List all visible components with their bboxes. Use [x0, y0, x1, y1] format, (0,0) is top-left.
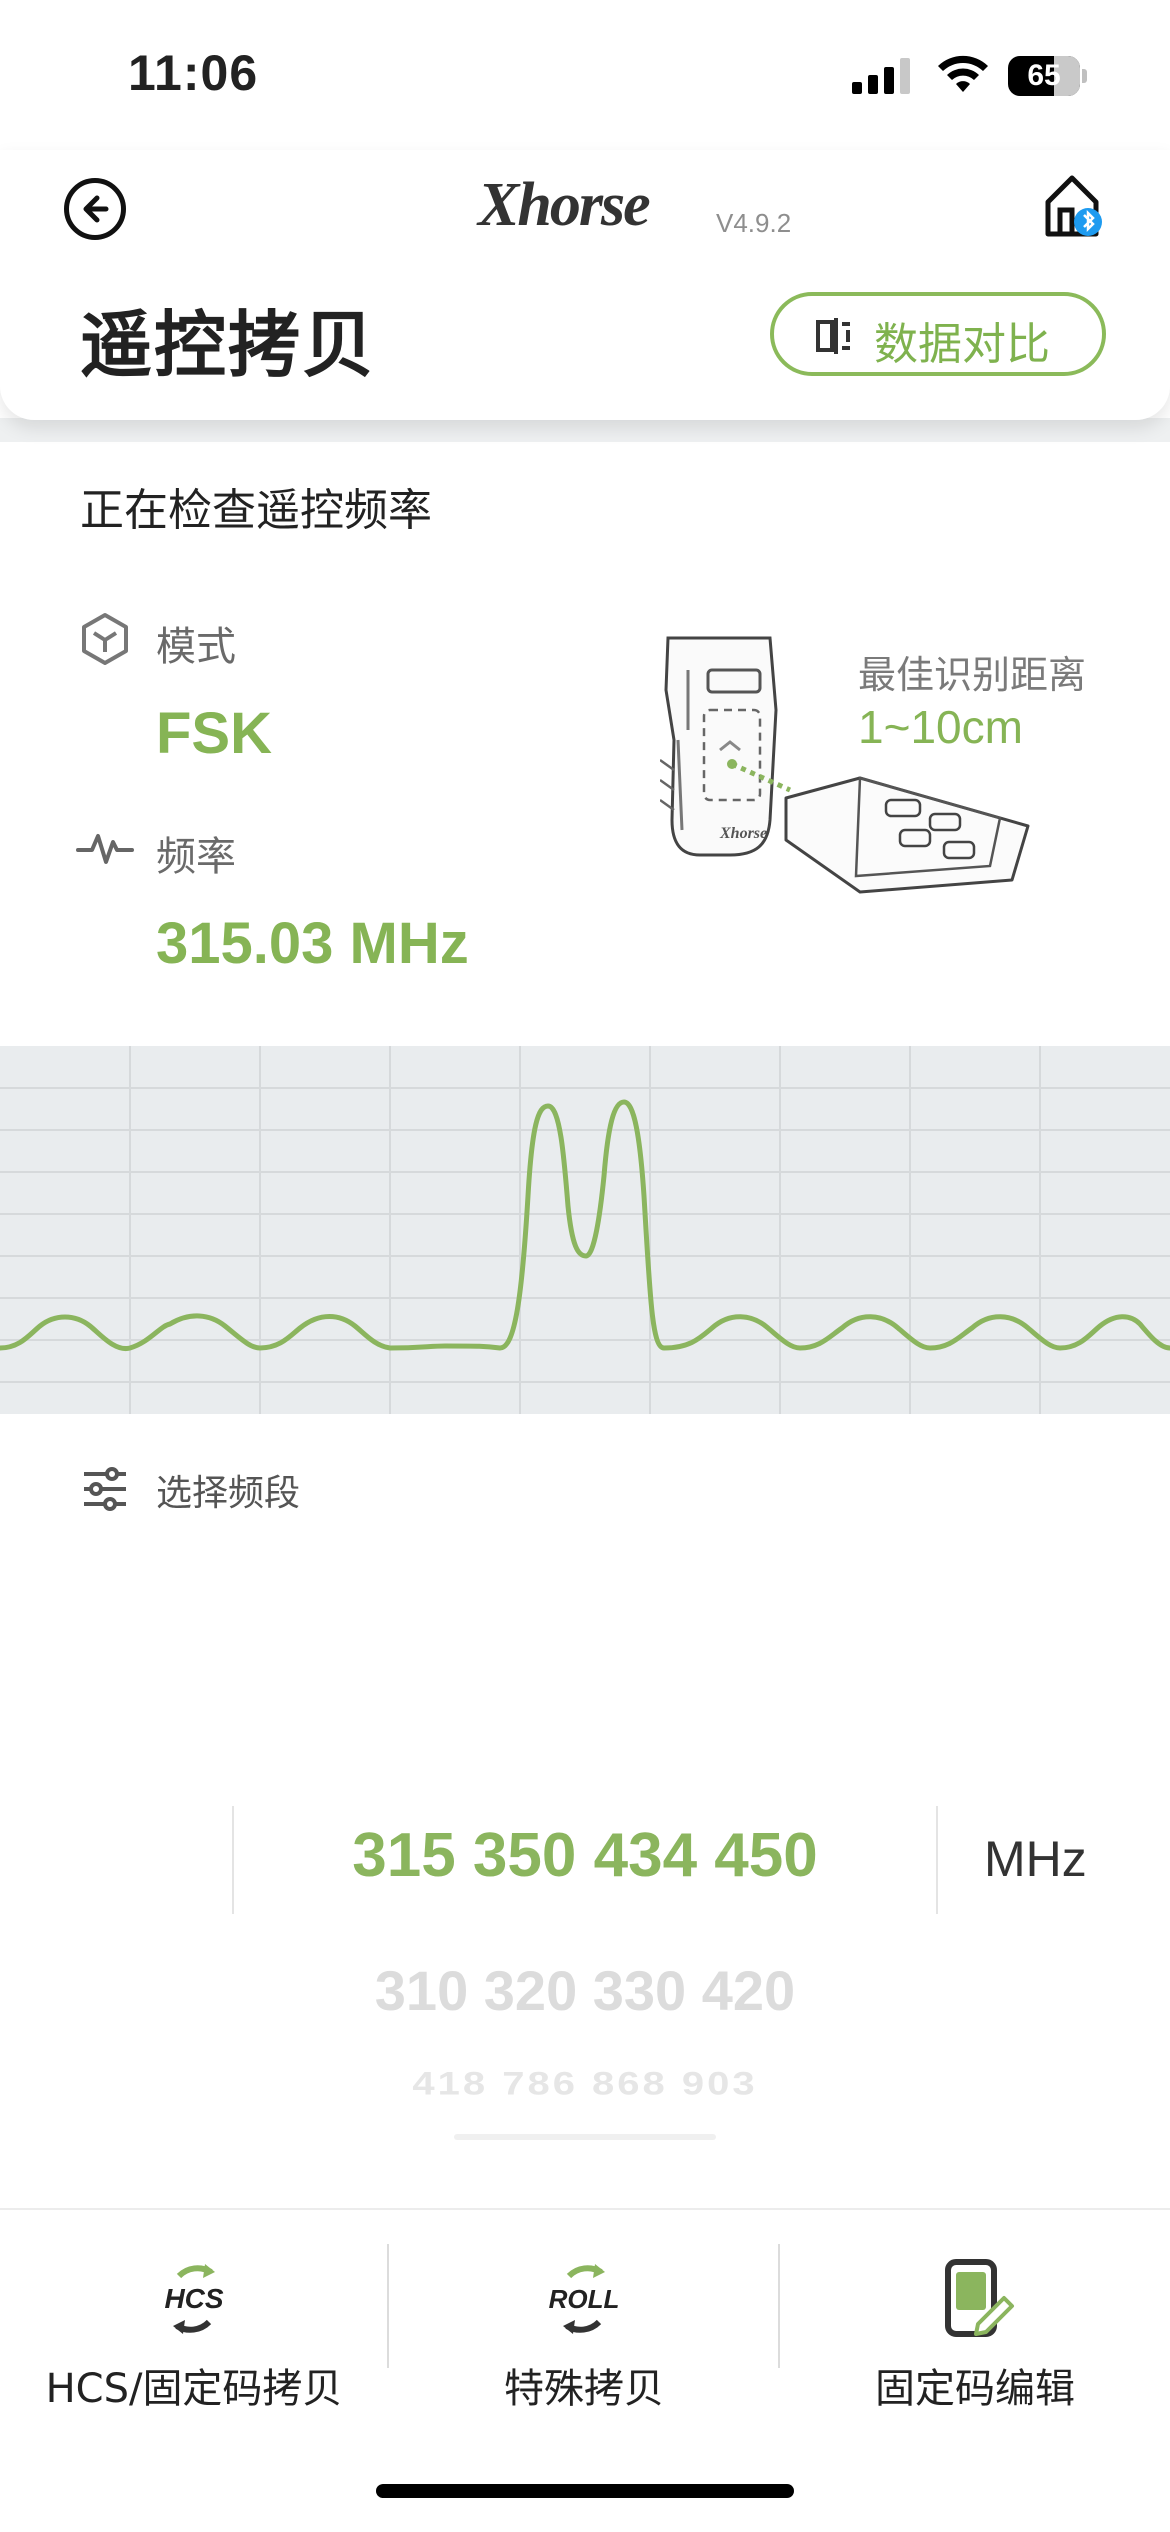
hcs-icon: HCS — [164, 2264, 224, 2334]
tab-hcs-fixed-copy[interactable]: HCS HCS/固定码拷贝 — [0, 2210, 388, 2450]
brand-logo: Xhorse — [478, 171, 651, 239]
data-compare-button[interactable]: 数据对比 — [770, 292, 1106, 376]
sliders-icon — [84, 1467, 126, 1511]
divider — [0, 418, 1170, 442]
wifi-icon — [938, 55, 988, 92]
distance-value: 1~10cm — [858, 701, 1023, 753]
picker-divider — [936, 1806, 938, 1914]
signal-icon — [852, 58, 910, 94]
back-button[interactable] — [64, 178, 126, 240]
home-bluetooth-icon[interactable] — [1042, 172, 1108, 244]
app-version: V4.9.2 — [716, 208, 792, 238]
signal-waveform — [0, 1046, 1170, 1414]
page-title: 遥控拷贝 — [80, 303, 377, 387]
tab-fixed-code-edit[interactable]: 固定码编辑 — [780, 2210, 1170, 2450]
picker-unit: MHz — [984, 1831, 1087, 1887]
frequency-label: 频率 — [156, 834, 236, 880]
header: Xhorse V4.9.2 遥控拷贝 数据对比 — [0, 150, 1170, 420]
detection-status: 正在检查遥控频率 — [80, 485, 432, 536]
picker-row-faded — [454, 2134, 716, 2140]
waveform-line — [0, 1099, 1170, 1352]
edit-phone-icon — [945, 2259, 1014, 2337]
picker-row[interactable]: 418 786 868 903 — [234, 2067, 936, 2103]
band-selector-label: 选择频段 — [156, 1473, 301, 1514]
tab-label: 固定码编辑 — [875, 2366, 1075, 2412]
frequency-value: 315.03 MHz — [156, 911, 469, 976]
roll-icon: ROLL — [549, 2264, 620, 2334]
pulse-icon — [76, 834, 134, 864]
svg-text:ROLL: ROLL — [549, 2284, 620, 2314]
battery-level: 65 — [1027, 59, 1061, 92]
band-picker[interactable]: 315 350 434 450 MHz 310 320 330 420 418 … — [0, 1800, 1170, 2160]
home-indicator — [376, 2484, 794, 2498]
tab-label: HCS/固定码拷贝 — [45, 2366, 343, 2412]
status-time: 11:06 — [128, 45, 259, 101]
mode-value: FSK — [156, 701, 272, 766]
picker-row[interactable]: 310 320 330 420 — [234, 1958, 936, 2023]
data-compare-label: 数据对比 — [874, 319, 1050, 370]
svg-text:HCS: HCS — [164, 2283, 223, 2314]
status-bar: 11:06 65 — [0, 0, 1170, 150]
mode-label: 模式 — [156, 624, 236, 670]
battery-icon: 65 — [1008, 56, 1088, 96]
distance-label: 最佳识别距离 — [858, 653, 1087, 697]
svg-text:Xhorse: Xhorse — [719, 825, 767, 842]
tab-label: 特殊拷贝 — [504, 2366, 664, 2412]
picker-selected-row[interactable]: 315 350 434 450 — [234, 1820, 936, 1891]
compare-icon — [816, 318, 850, 354]
tab-special-copy[interactable]: ROLL 特殊拷贝 — [389, 2210, 779, 2450]
cube-icon — [82, 613, 128, 665]
back-arrow-icon — [83, 195, 109, 223]
